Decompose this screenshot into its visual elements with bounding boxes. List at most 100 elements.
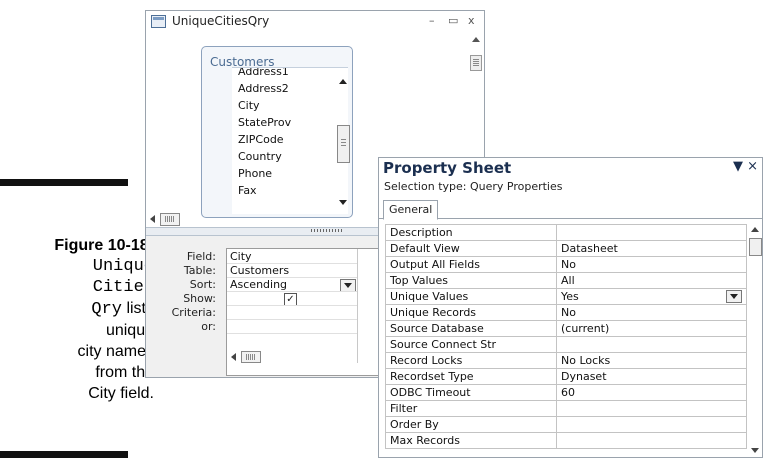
- caption-line: Qry lists: [0, 298, 154, 320]
- scroll-thumb[interactable]: [337, 125, 350, 163]
- field-cell[interactable]: City: [230, 250, 252, 263]
- property-value[interactable]: [556, 336, 747, 353]
- row-label-field: Field:: [186, 250, 216, 263]
- caption-line: Cities: [92, 278, 154, 297]
- caption-title: Figure 10-18:: [54, 237, 154, 254]
- property-value[interactable]: (current): [556, 320, 747, 337]
- property-row[interactable]: Output All Fields No: [385, 256, 747, 273]
- property-row[interactable]: Unique Records No: [385, 304, 747, 321]
- property-value-text: Yes: [561, 290, 579, 303]
- property-row[interactable]: Recordset Type Dynaset: [385, 368, 747, 385]
- field-list-item[interactable]: Fax: [238, 184, 257, 197]
- unique-values-dropdown-button[interactable]: [726, 290, 742, 303]
- customers-field-list[interactable]: Customers Address1 Address2 City StatePr…: [201, 46, 353, 218]
- grid-horizontal-scrollbar[interactable]: [227, 351, 357, 363]
- property-sheet-controls[interactable]: ▼ ×: [733, 159, 758, 174]
- grid-row-divider: [227, 305, 357, 306]
- property-value[interactable]: Dynaset: [556, 368, 747, 385]
- caption-line: from the: [95, 364, 154, 381]
- property-name: Order By: [385, 416, 557, 433]
- property-row[interactable]: Top Values All: [385, 272, 747, 289]
- property-name: Recordset Type: [385, 368, 557, 385]
- query-design-icon: [151, 15, 166, 28]
- property-value-text: Datasheet: [561, 242, 618, 255]
- property-row[interactable]: ODBC Timeout 60: [385, 384, 747, 401]
- sort-cell[interactable]: Ascending: [230, 278, 287, 291]
- property-name: Max Records: [385, 432, 557, 449]
- property-value[interactable]: Datasheet: [556, 240, 747, 257]
- property-row[interactable]: Unique Values Yes: [385, 288, 747, 305]
- splitter-grip[interactable]: [311, 229, 343, 232]
- scroll-up-arrow-icon[interactable]: [472, 37, 480, 42]
- table-pane-horizontal-scrollbar[interactable]: [146, 212, 386, 226]
- property-value[interactable]: No Locks: [556, 352, 747, 369]
- scroll-down-arrow-icon[interactable]: [339, 200, 347, 205]
- property-row[interactable]: Description: [385, 224, 747, 241]
- caption-line: unique: [105, 322, 154, 339]
- table-cell[interactable]: Customers: [230, 264, 289, 277]
- caption-line: city names: [77, 343, 154, 360]
- property-value[interactable]: Yes: [556, 288, 747, 305]
- field-list-item[interactable]: City: [238, 99, 260, 112]
- tab-general[interactable]: General: [383, 200, 439, 220]
- property-row[interactable]: Default View Datasheet: [385, 240, 747, 257]
- property-value[interactable]: No: [556, 304, 747, 321]
- row-label-table: Table:: [183, 264, 216, 277]
- field-list-item[interactable]: Address2: [238, 82, 289, 95]
- property-value-text: No: [561, 306, 576, 319]
- field-list-item[interactable]: Phone: [238, 167, 272, 180]
- caption-bottom-rule: [0, 451, 128, 458]
- property-row[interactable]: Filter: [385, 400, 747, 417]
- close-button[interactable]: x: [468, 14, 475, 27]
- property-row[interactable]: Source Connect Str: [385, 336, 747, 353]
- row-label-sort: Sort:: [189, 278, 216, 291]
- property-sheet-scrollbar[interactable]: [749, 224, 762, 456]
- property-table: Description Default View Datasheet Output A…: [385, 224, 747, 449]
- row-label-or: or:: [201, 320, 216, 333]
- field-list-scrollbar[interactable]: [337, 71, 350, 211]
- property-name: Filter: [385, 400, 557, 417]
- property-name: Record Locks: [385, 352, 557, 369]
- maximize-button[interactable]: ▭: [448, 14, 458, 27]
- property-value[interactable]: [556, 432, 747, 449]
- caption-line: City field.: [88, 385, 154, 402]
- property-row[interactable]: Max Records: [385, 432, 747, 449]
- property-row[interactable]: Source Database (current): [385, 320, 747, 337]
- field-list-item[interactable]: Country: [238, 150, 282, 163]
- scroll-thumb[interactable]: [241, 351, 261, 363]
- scroll-thumb[interactable]: [749, 238, 762, 256]
- caption-line: Unique: [92, 257, 154, 276]
- scroll-thumb[interactable]: [470, 55, 482, 71]
- property-value-text: No: [561, 258, 576, 271]
- scroll-up-arrow-icon[interactable]: [339, 79, 347, 84]
- minimize-button[interactable]: –: [429, 14, 435, 27]
- property-name: Top Values: [385, 272, 557, 289]
- grid-column-city: City Customers Ascending ✓: [227, 249, 358, 363]
- field-list-item[interactable]: Address1: [238, 68, 289, 78]
- field-list-body: Address1 Address2 City StateProv ZIPCode…: [232, 67, 348, 214]
- scroll-down-arrow-icon[interactable]: [751, 448, 759, 453]
- scroll-thumb[interactable]: [160, 213, 180, 226]
- grid-row-divider: [227, 333, 357, 334]
- property-name: Source Connect Str: [385, 336, 557, 353]
- window-titlebar[interactable]: UniqueCitiesQry – ▭ x: [146, 11, 484, 33]
- property-value[interactable]: [556, 400, 747, 417]
- scroll-left-arrow-icon[interactable]: [150, 215, 155, 223]
- scroll-left-arrow-icon[interactable]: [231, 353, 236, 361]
- property-value[interactable]: 60: [556, 384, 747, 401]
- property-value[interactable]: [556, 224, 747, 241]
- scroll-up-arrow-icon[interactable]: [751, 227, 759, 232]
- field-list-item[interactable]: StateProv: [238, 116, 291, 129]
- property-value-text: Dynaset: [561, 370, 607, 383]
- property-row[interactable]: Record Locks No Locks: [385, 352, 747, 369]
- property-value[interactable]: [556, 416, 747, 433]
- property-value-text: (current): [561, 322, 610, 335]
- field-list-item[interactable]: ZIPCode: [238, 133, 284, 146]
- selection-type-label: Selection type: Query Properties: [384, 180, 563, 193]
- property-name: Unique Records: [385, 304, 557, 321]
- property-row[interactable]: Order By: [385, 416, 747, 433]
- caption-mono-text: Qry: [91, 300, 122, 319]
- property-name: ODBC Timeout: [385, 384, 557, 401]
- property-value[interactable]: No: [556, 256, 747, 273]
- property-value[interactable]: All: [556, 272, 747, 289]
